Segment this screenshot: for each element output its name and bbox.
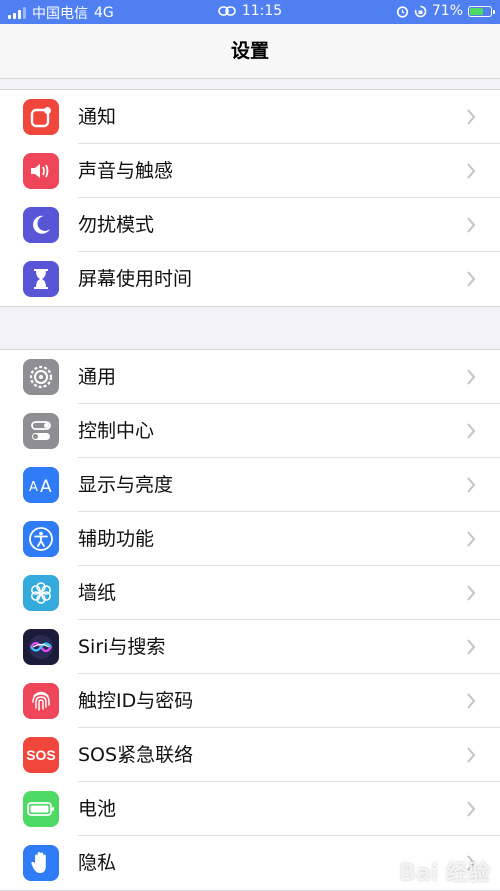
navigation-bar: 设置 <box>0 24 500 79</box>
settings-row-label: 通知 <box>78 106 117 128</box>
settings-row-general[interactable]: 通用 <box>0 350 500 404</box>
svg-text:A: A <box>29 480 38 495</box>
settings-row-label: 通用 <box>78 366 117 388</box>
settings-row-label: 辅助功能 <box>78 528 155 550</box>
alarm-icon <box>396 5 408 18</box>
chevron-right-icon <box>467 639 476 655</box>
battery-percent: 71% <box>431 3 463 19</box>
chevron-right-icon <box>467 163 476 179</box>
notification-icon <box>23 99 59 135</box>
status-right: 71% <box>396 3 495 19</box>
settings-row-touch-id-passcode[interactable]: 触控ID与密码 <box>0 674 500 728</box>
status-time: 11:15 <box>241 3 283 19</box>
gear-icon <box>23 359 59 395</box>
chevron-right-icon <box>467 801 476 817</box>
sos-icon: SOS <box>23 737 59 773</box>
status-bar: 中国电信 4G 11:15 71% <box>0 0 500 24</box>
sound-icon <box>23 153 59 189</box>
chevron-right-icon <box>467 531 476 547</box>
settings-row-label: 控制中心 <box>78 420 155 442</box>
settings-row-notifications[interactable]: 通知 <box>0 90 500 144</box>
settings-row-emergency-sos[interactable]: SOS SOS紧急联络 <box>0 728 500 782</box>
settings-row-display-brightness[interactable]: AA 显示与亮度 <box>0 458 500 512</box>
fingerprint-icon <box>23 683 59 719</box>
svg-text:SOS: SOS <box>26 747 56 763</box>
settings-row-wallpaper[interactable]: 墙纸 <box>0 566 500 620</box>
chevron-right-icon <box>467 217 476 233</box>
battery-icon <box>23 791 59 827</box>
accessibility-icon <box>23 521 59 557</box>
chevron-right-icon <box>467 423 476 439</box>
chevron-right-icon <box>467 109 476 125</box>
settings-row-label: 显示与亮度 <box>78 474 174 496</box>
settings-group-1: 通知 声音与触感 勿扰模式 屏幕使用时间 <box>0 89 500 307</box>
siri-icon <box>23 629 59 665</box>
settings-row-label: 声音与触感 <box>78 160 174 182</box>
settings-row-label: Siri与搜索 <box>78 636 166 658</box>
flower-icon <box>23 575 59 611</box>
settings-row-label: SOS紧急联络 <box>78 744 194 766</box>
settings-row-label: 隐私 <box>78 852 117 874</box>
page-title: 设置 <box>230 40 269 62</box>
settings-row-label: 触控ID与密码 <box>78 690 194 712</box>
settings-row-accessibility[interactable]: 辅助功能 <box>0 512 500 566</box>
text-size-icon: AA <box>23 467 59 503</box>
settings-row-battery[interactable]: 电池 <box>0 782 500 836</box>
rotation-lock-icon <box>414 5 427 17</box>
chevron-right-icon <box>467 747 476 763</box>
link-icon <box>218 6 236 16</box>
settings-row-label: 屏幕使用时间 <box>78 268 193 290</box>
chevron-right-icon <box>467 477 476 493</box>
moon-icon <box>23 207 59 243</box>
chevron-right-icon <box>467 693 476 709</box>
settings-row-label: 电池 <box>78 798 117 820</box>
chevron-right-icon <box>467 585 476 601</box>
battery-fill <box>470 7 483 15</box>
settings-row-do-not-disturb[interactable]: 勿扰模式 <box>0 198 500 252</box>
settings-row-siri-search[interactable]: Siri与搜索 <box>0 620 500 674</box>
chevron-right-icon <box>467 271 476 287</box>
hand-icon <box>23 845 59 881</box>
settings-row-control-center[interactable]: 控制中心 <box>0 404 500 458</box>
battery-icon <box>468 5 495 17</box>
settings-row-label: 墙纸 <box>78 582 117 604</box>
chevron-right-icon <box>467 369 476 385</box>
svg-text:A: A <box>40 477 52 495</box>
settings-row-sounds[interactable]: 声音与触感 <box>0 144 500 198</box>
settings-row-screen-time[interactable]: 屏幕使用时间 <box>0 252 500 306</box>
toggle-icon <box>23 413 59 449</box>
hourglass-icon <box>23 261 59 297</box>
settings-row-label: 勿扰模式 <box>78 214 155 236</box>
watermark: Bai 经验 <box>399 861 490 886</box>
settings-group-2: 通用 控制中心 AA 显示与亮度 辅助功能 墙纸 Siri与搜索 触控ID与密码… <box>0 349 500 891</box>
